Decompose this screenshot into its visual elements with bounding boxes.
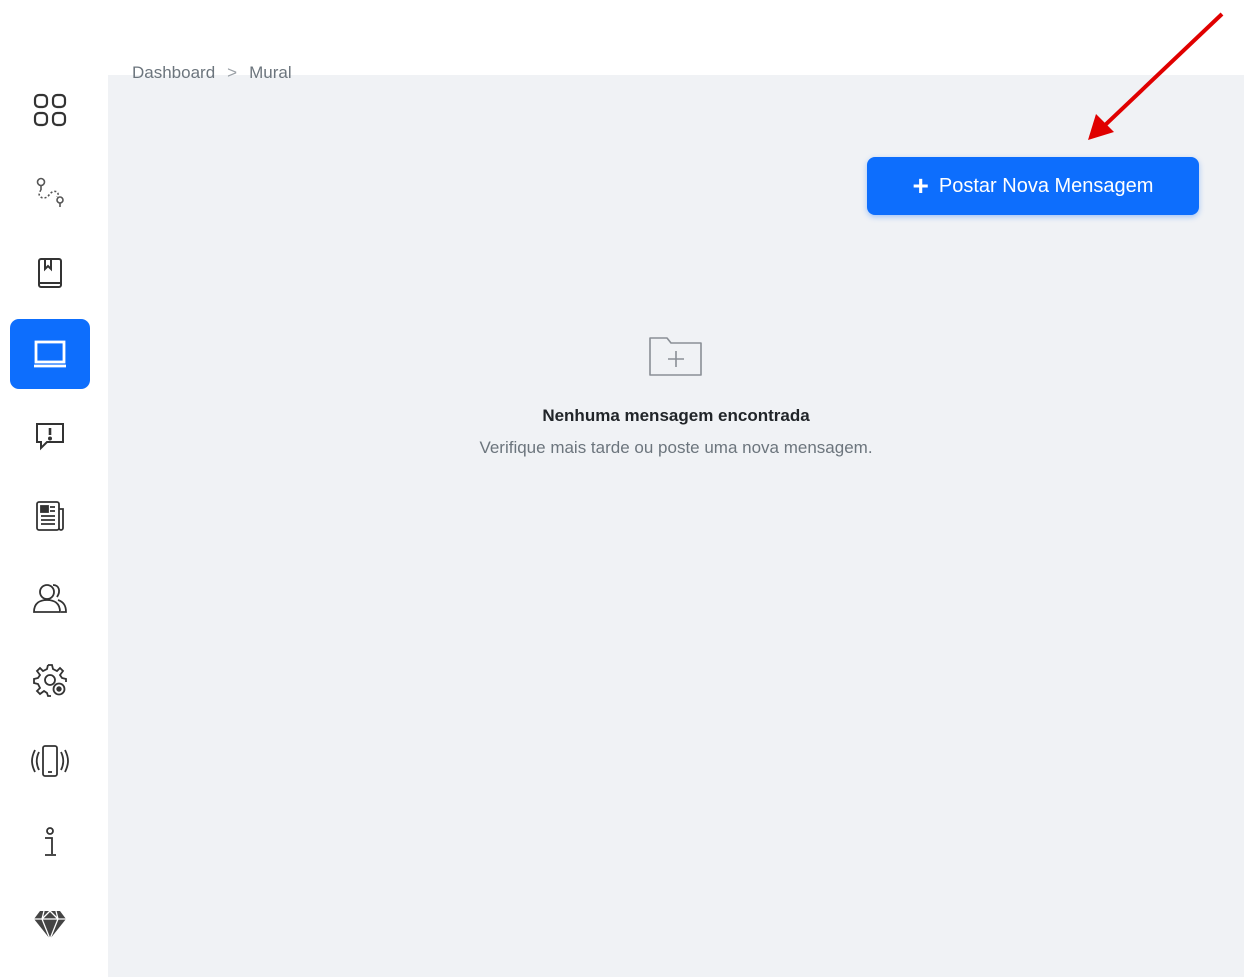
nav-item-info[interactable]: [10, 808, 90, 878]
nav-item-news[interactable]: [10, 481, 90, 551]
breadcrumb-current: Mural: [249, 63, 292, 82]
breadcrumb-separator: >: [227, 63, 238, 82]
main-content: Dashboard > Mural + Postar Nova Mensagem…: [108, 63, 1244, 977]
breadcrumb: Dashboard > Mural: [132, 63, 292, 83]
empty-state-title: Nenhuma mensagem encontrada: [542, 406, 810, 425]
nav-item-mural[interactable]: [10, 319, 90, 389]
diamond-icon: [34, 910, 66, 941]
folder-plus-icon: [649, 337, 702, 376]
nav-item-routes[interactable]: [10, 157, 90, 227]
board-icon: [34, 340, 66, 368]
newspaper-icon: [36, 501, 64, 531]
post-new-message-label: Postar Nova Mensagem: [938, 174, 1154, 197]
nav-item-settings[interactable]: [10, 645, 90, 715]
grid-icon: [33, 93, 67, 127]
settings-icon: [33, 664, 67, 697]
sidebar: [0, 0, 108, 977]
users-icon: [33, 584, 67, 613]
empty-state-subtitle: Verifique mais tarde ou poste uma nova m…: [479, 438, 873, 457]
nav-item-dashboard[interactable]: [10, 75, 90, 145]
post-new-message-button[interactable]: + Postar Nova Mensagem: [867, 157, 1199, 215]
phone-vibrate-icon: [31, 745, 69, 777]
nav-item-book[interactable]: [10, 238, 90, 308]
nav-item-devices[interactable]: [10, 726, 90, 796]
alert-message-icon: [36, 423, 64, 451]
nav-item-alerts[interactable]: [10, 400, 90, 470]
breadcrumb-dashboard[interactable]: Dashboard: [132, 63, 215, 83]
empty-state: Nenhuma mensagem encontrada Verifique ma…: [108, 330, 1244, 458]
nav-item-premium[interactable]: [10, 889, 90, 959]
annotation-arrow-icon: [1088, 12, 1224, 140]
plus-icon: +: [912, 170, 929, 201]
book-icon: [38, 258, 62, 288]
route-icon: [36, 177, 64, 207]
nav-item-users[interactable]: [10, 563, 90, 633]
info-icon: [45, 827, 56, 856]
